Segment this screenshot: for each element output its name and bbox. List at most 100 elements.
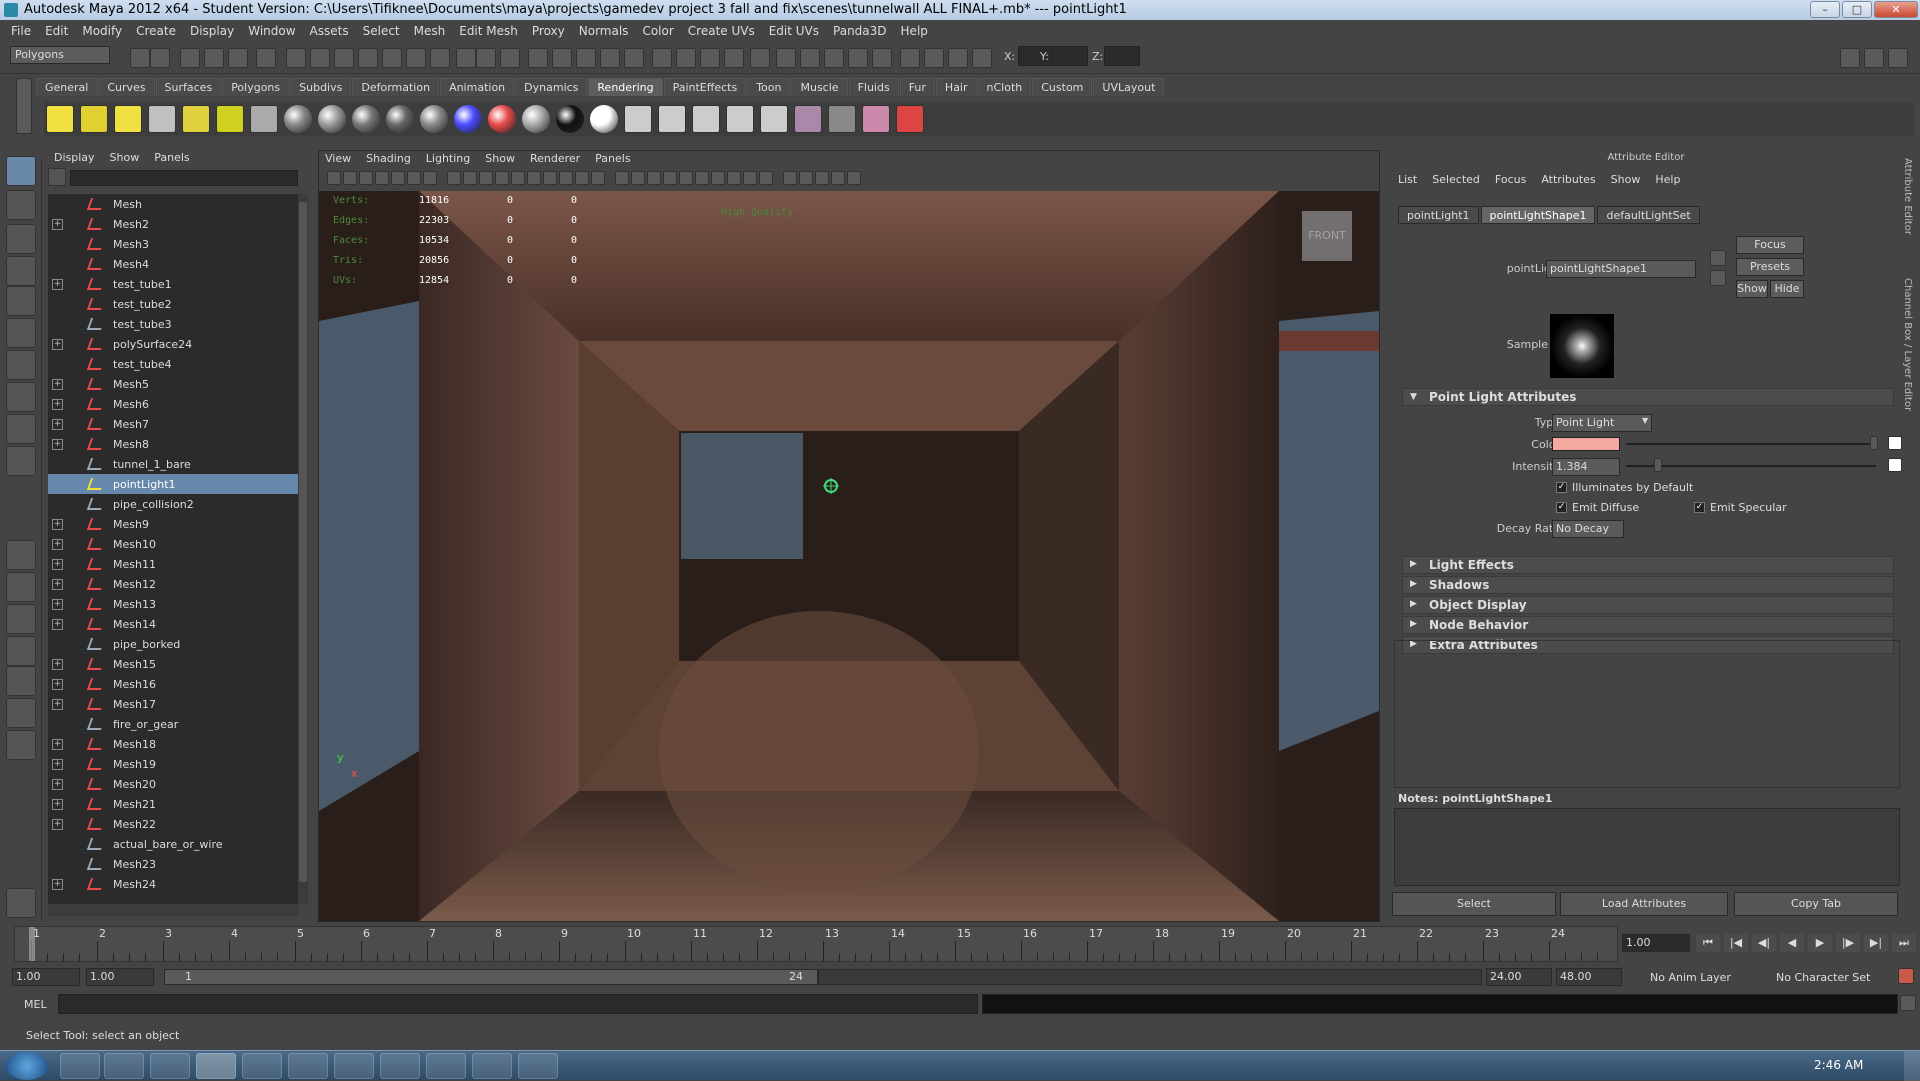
persp-uv-icon[interactable]: [6, 698, 36, 728]
color-slider-handle[interactable]: [1870, 436, 1878, 450]
statusline-tool-icon[interactable]: [310, 48, 330, 68]
color-swatch[interactable]: [1552, 437, 1620, 451]
taskbar-clock[interactable]: 2:46 AM: [1814, 1058, 1863, 1072]
expand-icon[interactable]: +: [52, 558, 63, 570]
outliner-item[interactable]: pipe_borked: [48, 634, 298, 654]
outliner-item[interactable]: test_tube2: [48, 294, 298, 314]
menu-display[interactable]: Display: [183, 24, 241, 38]
play-forward-icon[interactable]: ▶: [1808, 934, 1832, 952]
outliner-item[interactable]: Mesh4: [48, 254, 298, 274]
paint-tool-icon[interactable]: [896, 105, 924, 133]
spot-light-icon[interactable]: [148, 105, 176, 133]
taskbar-tool-icon[interactable]: [380, 1053, 420, 1079]
statusline-tool-icon[interactable]: [652, 48, 672, 68]
ae-tab-pointlightshape1[interactable]: pointLightShape1: [1480, 206, 1596, 224]
section-light-effects[interactable]: Light Effects: [1402, 556, 1894, 574]
scale-tool-icon[interactable]: [6, 318, 36, 348]
expand-icon[interactable]: +: [52, 758, 63, 770]
outliner-item[interactable]: actual_bare_or_wire: [48, 834, 298, 854]
menu-set-dropdown[interactable]: Polygons: [10, 46, 110, 64]
taskbar-window-icon[interactable]: [518, 1053, 558, 1079]
playback-end-field[interactable]: 24.00: [1486, 968, 1552, 986]
shelf-tab-dynamics[interactable]: Dynamics: [515, 78, 588, 96]
persp-outliner-icon[interactable]: [6, 604, 36, 634]
viewport-toolbar-icon[interactable]: [727, 171, 741, 185]
start-button[interactable]: [6, 1052, 48, 1080]
menu-panda3d[interactable]: Panda3D: [826, 24, 894, 38]
expand-icon[interactable]: +: [52, 738, 63, 750]
statusline-tool-icon[interactable]: [800, 48, 820, 68]
statusline-tool-icon[interactable]: [900, 48, 920, 68]
viewport-scene[interactable]: Verts: 11816 0 0 Edges: 22303 0 0 Faces: 10534 0 0 T…: [319, 191, 1379, 921]
viewport-toolbar-icon[interactable]: [343, 171, 357, 185]
outliner-item[interactable]: + Mesh9: [48, 514, 298, 534]
viewport-menu-lighting[interactable]: Lighting: [426, 151, 470, 167]
outliner-layout-icon[interactable]: [6, 730, 36, 760]
statusline-tool-icon[interactable]: [872, 48, 892, 68]
phonge-icon[interactable]: [386, 105, 414, 133]
section-point-light-attributes[interactable]: Point Light Attributes: [1402, 388, 1894, 406]
taskbar-steam-icon[interactable]: [196, 1053, 236, 1079]
expand-icon[interactable]: +: [52, 338, 63, 350]
viewport-toolbar-icon[interactable]: [495, 171, 509, 185]
lasso-icon[interactable]: [6, 888, 36, 918]
rotate-tool-icon[interactable]: [6, 286, 36, 316]
statusline-tool-icon[interactable]: [358, 48, 378, 68]
taskbar-chrome-icon[interactable]: [242, 1053, 282, 1079]
taskbar-media-icon[interactable]: [334, 1053, 374, 1079]
statusline-tool-icon[interactable]: [972, 48, 992, 68]
outliner-scrollbar[interactable]: [298, 194, 308, 904]
load-attributes-button[interactable]: Load Attributes: [1560, 892, 1728, 916]
step-back-frame-icon[interactable]: ◀|: [1752, 934, 1776, 952]
ambient-light-icon[interactable]: [46, 105, 74, 133]
taskbar-explorer-icon[interactable]: [60, 1053, 100, 1079]
expand-icon[interactable]: +: [52, 418, 63, 430]
statusline-tool-icon[interactable]: [456, 48, 476, 68]
ae-tab-pointlight1[interactable]: pointLight1: [1398, 206, 1479, 224]
outliner-item[interactable]: + Mesh21: [48, 794, 298, 814]
intensity-field[interactable]: 1.384: [1552, 458, 1620, 476]
mel-label[interactable]: MEL: [24, 998, 47, 1011]
outliner-item[interactable]: + Mesh14: [48, 614, 298, 634]
intensity-slider-handle[interactable]: [1654, 458, 1662, 472]
play-back-icon[interactable]: ◀: [1780, 934, 1804, 952]
shelf-tab-fluids[interactable]: Fluids: [848, 78, 899, 96]
texture-icon[interactable]: [794, 105, 822, 133]
shelf-tab-polygons[interactable]: Polygons: [222, 78, 290, 96]
range-start-field[interactable]: 1.00: [12, 968, 80, 986]
outliner-item[interactable]: Mesh: [48, 194, 298, 214]
focus-button[interactable]: Focus: [1736, 236, 1804, 254]
range-end-field[interactable]: 48.00: [1556, 968, 1622, 986]
expand-icon[interactable]: +: [52, 578, 63, 590]
outliner-menu-panels[interactable]: Panels: [154, 150, 189, 166]
outliner-filter-icon[interactable]: [48, 168, 66, 186]
viewport-menu-panels[interactable]: Panels: [595, 151, 630, 167]
outliner-item[interactable]: + Mesh10: [48, 534, 298, 554]
statusline-tool-icon[interactable]: [406, 48, 426, 68]
expand-icon[interactable]: +: [52, 278, 63, 290]
blinn-icon[interactable]: [318, 105, 346, 133]
statusline-tool-icon[interactable]: [256, 48, 276, 68]
viewport-toolbar-icon[interactable]: [479, 171, 493, 185]
illuminates-checkbox[interactable]: ✓: [1556, 482, 1567, 493]
four-view-icon[interactable]: [6, 572, 36, 602]
ae-menu-show[interactable]: Show: [1611, 172, 1641, 188]
outliner-item[interactable]: + Mesh8: [48, 434, 298, 454]
shelf-tab-uvlayout[interactable]: UVLayout: [1093, 78, 1165, 96]
taskbar-maya-icon[interactable]: [472, 1053, 512, 1079]
section-object-display[interactable]: Object Display: [1402, 596, 1894, 614]
expand-icon[interactable]: +: [52, 398, 63, 410]
outliner-item[interactable]: + Mesh22: [48, 814, 298, 834]
shelf-tab-hair[interactable]: Hair: [935, 78, 977, 96]
outliner-item[interactable]: tunnel_1_bare: [48, 454, 298, 474]
statusline-tool-icon[interactable]: [676, 48, 696, 68]
anim-layer-dropdown[interactable]: No Anim Layer: [1650, 971, 1731, 984]
current-time-marker[interactable]: [29, 927, 35, 961]
manipulator-icon[interactable]: [6, 350, 36, 380]
viewport-toolbar-icon[interactable]: [743, 171, 757, 185]
surface-shader-icon[interactable]: [522, 105, 550, 133]
shelf-tab-animation[interactable]: Animation: [440, 78, 515, 96]
statusline-tool-icon[interactable]: [600, 48, 620, 68]
presets-button[interactable]: Presets: [1736, 258, 1804, 276]
outliner-item[interactable]: + Mesh16: [48, 674, 298, 694]
